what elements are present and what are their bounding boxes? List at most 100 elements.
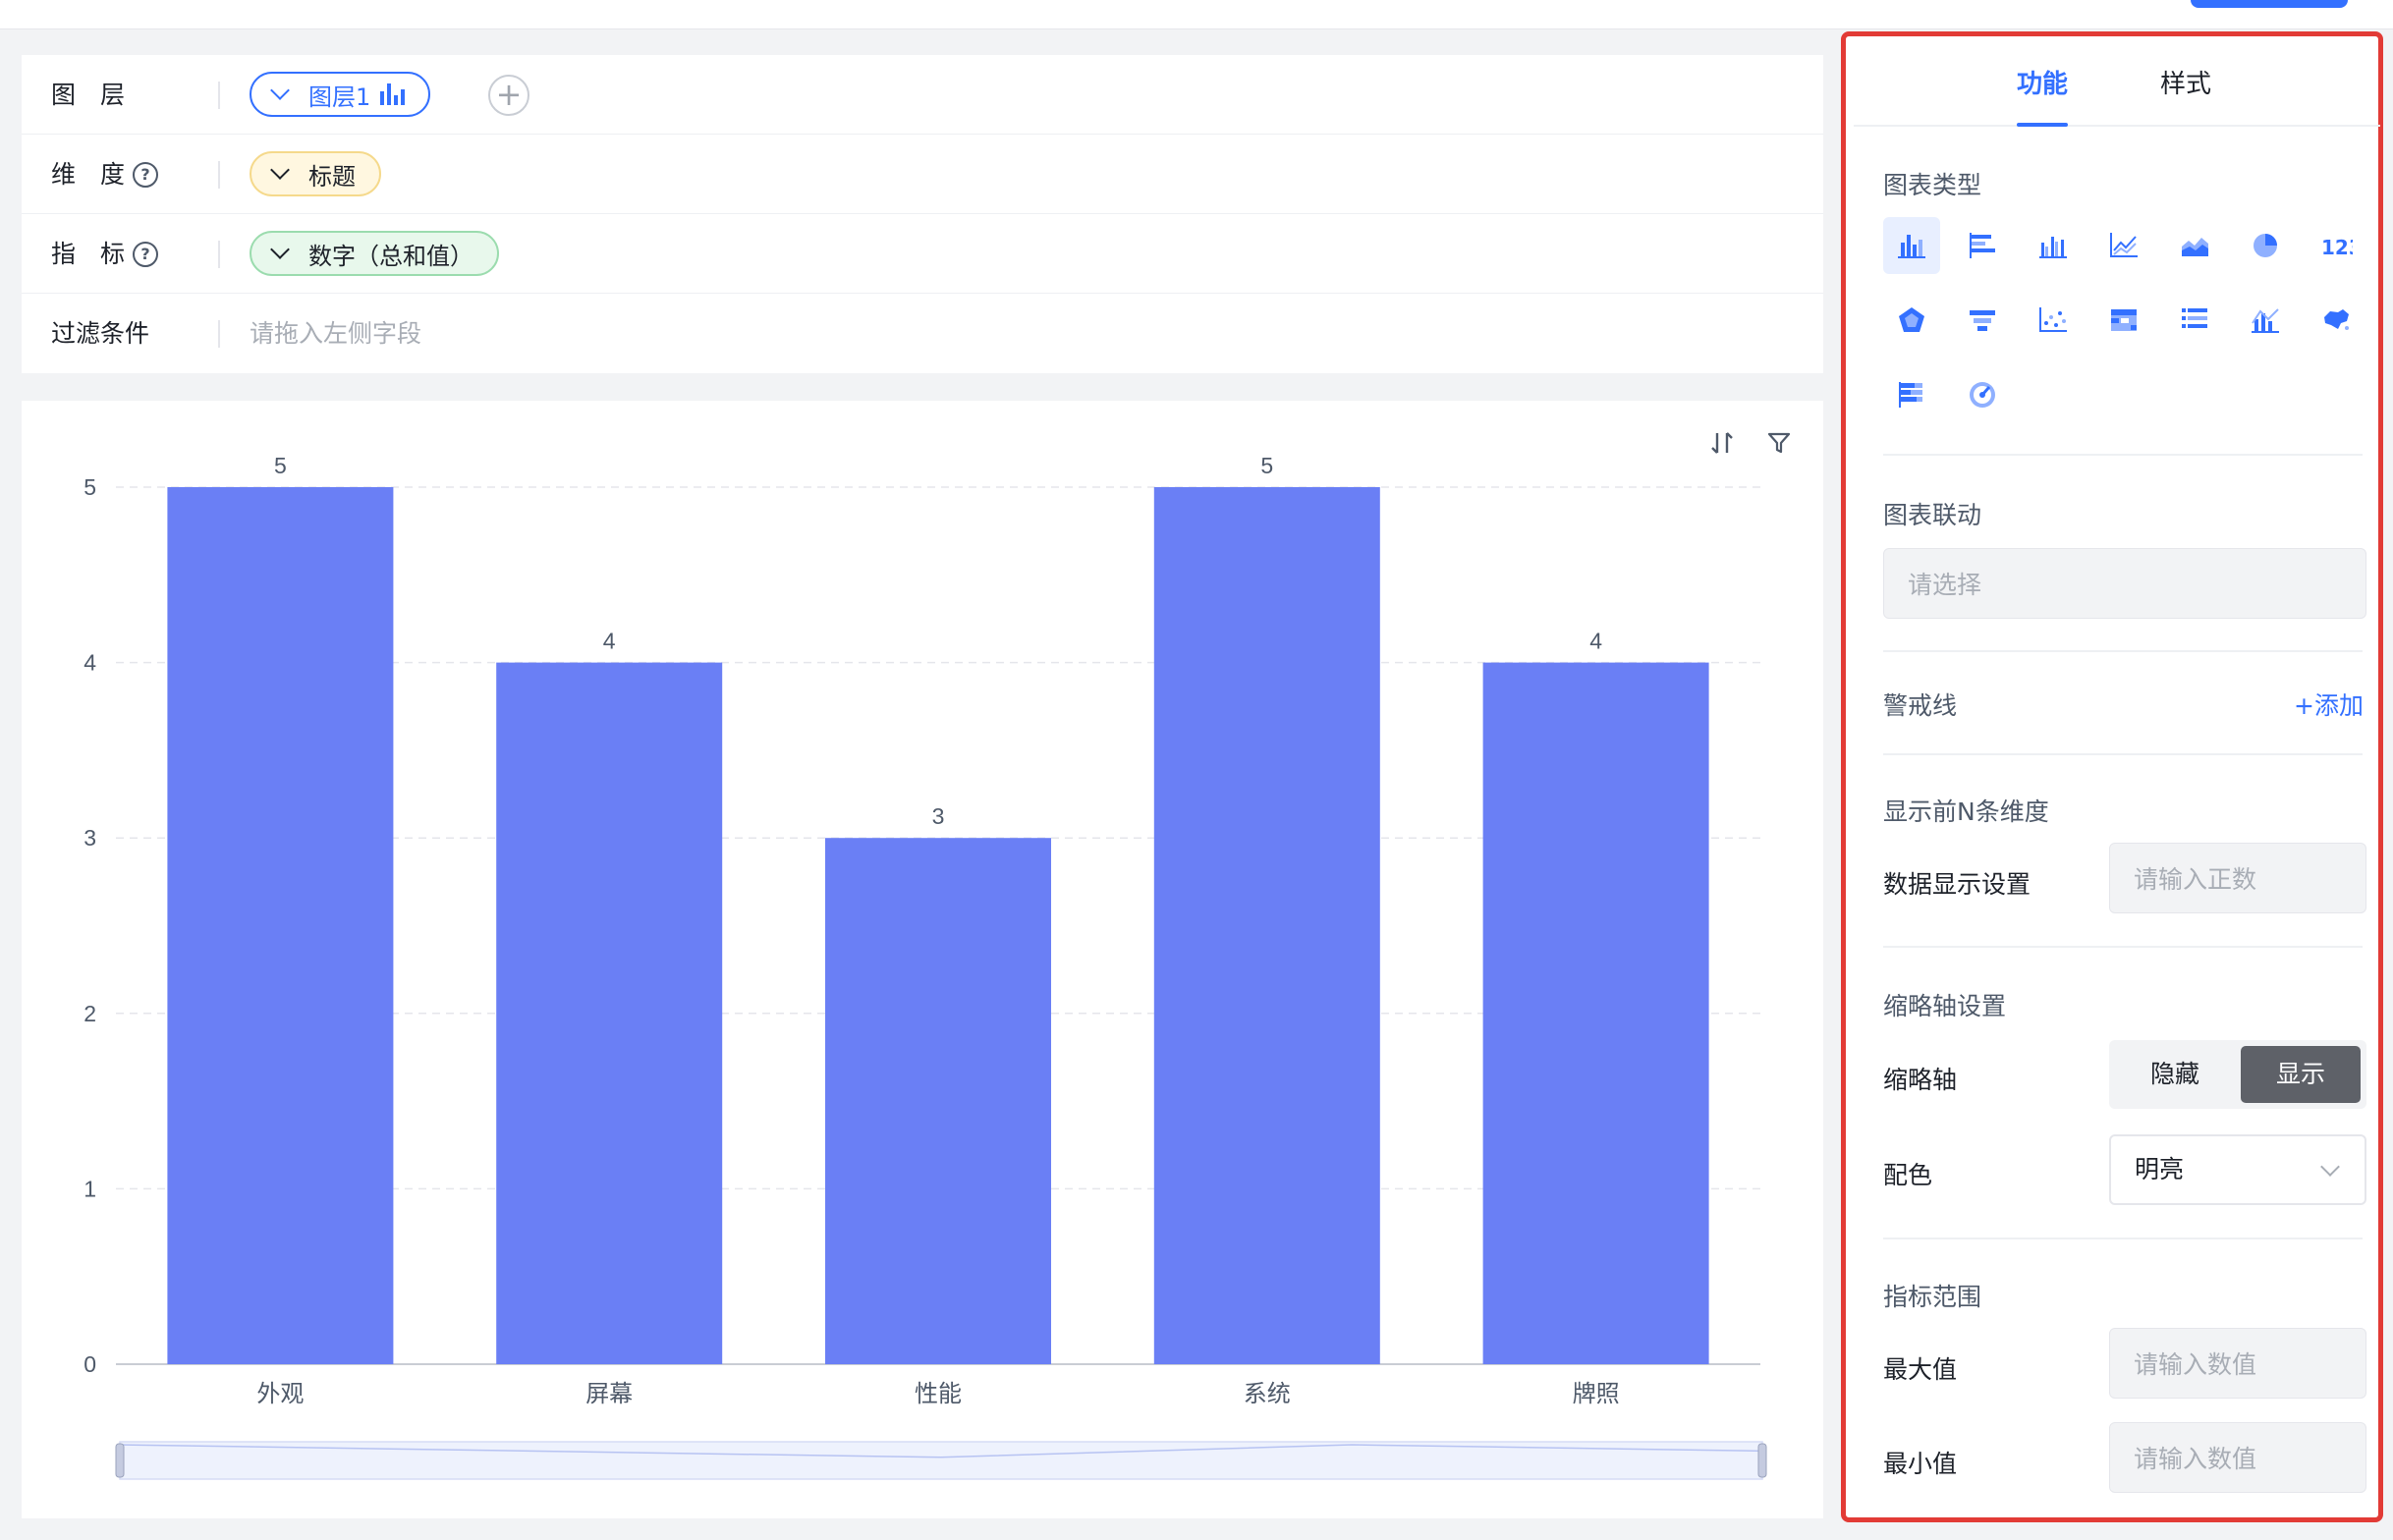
min-value-input[interactable]: 请输入数值 [2109, 1422, 2366, 1493]
chart-type-grouped-bar-icon[interactable] [2025, 217, 2082, 274]
bar [496, 662, 723, 1364]
top-action-button[interactable] [2191, 0, 2348, 8]
topn-title: 显示前N条维度 [1883, 798, 2049, 826]
chevron-down-icon [2320, 1157, 2340, 1177]
divider [1883, 753, 2363, 755]
data-label: 5 [1260, 453, 1273, 478]
chart-toolbar [1707, 428, 1794, 458]
bar-chart: 0 1 2 3 4 5 5 外观 4 屏幕 3 性能 5 系统 4 牌照 [83, 453, 1767, 1480]
settings-panel: 功能 样式 图表类型 123 图表联动 请选择 警戒线 +添加 显示前N条维度 … [1841, 31, 2383, 1522]
dimension-pill[interactable]: 标题 [250, 151, 381, 196]
data-label: 3 [932, 803, 945, 829]
x-tick-label: 性能 [915, 1380, 962, 1407]
bar-chart-icon [380, 83, 406, 105]
svg-text:123: 123 [2321, 236, 2353, 259]
color-scheme-label: 配色 [1883, 1161, 1933, 1189]
chart-type-scatter-icon[interactable] [2025, 292, 2082, 349]
y-tick-label: 3 [83, 825, 96, 851]
linkage-title: 图表联动 [1883, 501, 1982, 529]
data-label: 4 [1589, 629, 1602, 654]
divider [218, 82, 220, 109]
linkage-select[interactable]: 请选择 [1883, 548, 2366, 619]
layer-pill[interactable]: 图层1 [250, 72, 431, 117]
sort-icon[interactable] [1707, 428, 1737, 458]
divider [1883, 650, 2363, 652]
help-icon[interactable]: ? [133, 241, 159, 267]
chart-type-funnel-icon[interactable] [1954, 292, 2011, 349]
divider [1883, 454, 2363, 456]
chart-type-pie-icon[interactable] [2237, 217, 2294, 274]
thumb-axis-show-option[interactable]: 显示 [2241, 1046, 2361, 1103]
metric-pill[interactable]: 数字（总和值） [250, 231, 499, 276]
filter-label: 过滤条件 [51, 319, 150, 348]
chart-type-stacked-horizontal-bar-icon[interactable] [1883, 366, 1940, 423]
plus-icon: + [495, 76, 523, 113]
dimension-pill-label: 标题 [308, 162, 356, 191]
datazoom-right-handle[interactable] [1757, 1443, 1767, 1478]
color-scheme-select[interactable]: 明亮 [2109, 1134, 2366, 1205]
metric-pill-label: 数字（总和值） [308, 242, 473, 270]
thumb-axis-title: 缩略轴设置 [1883, 992, 2007, 1020]
dimension-row: 维 度? 标题 [22, 135, 1823, 214]
y-tick-label: 0 [83, 1351, 96, 1377]
y-tick-label: 1 [83, 1176, 96, 1201]
metric-range-title: 指标范围 [1883, 1283, 1982, 1311]
dimension-label: 维 度? [51, 135, 218, 214]
bar [825, 838, 1051, 1364]
chart-type-number-icon[interactable]: 123 [2308, 217, 2365, 274]
y-tick-label: 2 [83, 1001, 96, 1026]
add-layer-button[interactable]: + [488, 75, 529, 116]
chart-type-map-icon[interactable] [2308, 292, 2365, 349]
metric-label: 指 标? [51, 214, 218, 294]
max-value-input[interactable]: 请输入数值 [2109, 1328, 2366, 1399]
data-display-input[interactable]: 请输入正数 [2109, 843, 2366, 913]
max-value-label: 最大值 [1883, 1355, 1958, 1384]
chart-type-table-icon[interactable] [2095, 292, 2152, 349]
chart-type-line-icon[interactable] [2095, 217, 2152, 274]
chart-type-title: 图表类型 [1883, 171, 1982, 199]
x-tick-label: 系统 [1244, 1380, 1291, 1407]
top-bar [0, 0, 2393, 29]
bar [1482, 662, 1709, 1364]
filter-icon[interactable] [1764, 428, 1794, 458]
x-tick-label: 牌照 [1573, 1380, 1620, 1407]
layer-pill-label: 图层1 [308, 82, 371, 111]
tab-style[interactable]: 样式 [2160, 64, 2211, 100]
settings-tabs: 功能 样式 [1854, 36, 2380, 127]
min-value-label: 最小值 [1883, 1450, 1958, 1478]
filter-row: 过滤条件 请拖入左侧字段 [22, 294, 1823, 373]
divider [218, 241, 220, 268]
chevron-down-icon [270, 240, 290, 259]
thumb-axis-toggle: 隐藏 显示 [2109, 1040, 2366, 1109]
metric-row: 指 标? 数字（总和值） [22, 214, 1823, 294]
chevron-down-icon [270, 160, 290, 180]
thumb-axis-hide-option[interactable]: 隐藏 [2115, 1046, 2235, 1103]
alert-line-title: 警戒线 [1883, 691, 1958, 720]
data-label: 4 [603, 629, 616, 654]
x-tick-label: 屏幕 [585, 1380, 633, 1407]
add-alert-line-link[interactable]: +添加 [2294, 687, 2364, 722]
divider [218, 320, 220, 348]
data-label: 5 [274, 453, 287, 478]
chart-type-horizontal-bar-icon[interactable] [1954, 217, 2011, 274]
chart-type-area-icon[interactable] [2166, 217, 2223, 274]
chart-type-radar-icon[interactable] [1883, 292, 1940, 349]
chart-type-list-icon[interactable] [2166, 292, 2223, 349]
filter-drop-zone[interactable]: 请拖入左侧字段 [250, 294, 421, 373]
datazoom-left-handle[interactable] [115, 1443, 125, 1478]
y-tick-label: 4 [83, 650, 96, 676]
chart-type-gauge-icon[interactable] [1954, 366, 2011, 423]
layer-row: 图 层 图层1 + [22, 55, 1823, 135]
data-display-label: 数据显示设置 [1883, 870, 2031, 899]
chart-type-bar-icon[interactable] [1883, 217, 1940, 274]
active-tab-indicator [2017, 123, 2068, 127]
divider [1883, 946, 2363, 948]
chevron-down-icon [270, 81, 290, 100]
chart-type-combo-icon[interactable] [2237, 292, 2294, 349]
divider [1883, 1238, 2363, 1239]
color-scheme-value: 明亮 [2135, 1155, 2185, 1183]
help-icon[interactable]: ? [133, 161, 159, 188]
tab-function[interactable]: 功能 [2017, 64, 2068, 100]
field-config-panel: 图 层 图层1 + 维 度? 标题 指 标? 数字（总和值） 过滤条件 请拖入左… [22, 55, 1823, 373]
bar [1153, 487, 1380, 1364]
